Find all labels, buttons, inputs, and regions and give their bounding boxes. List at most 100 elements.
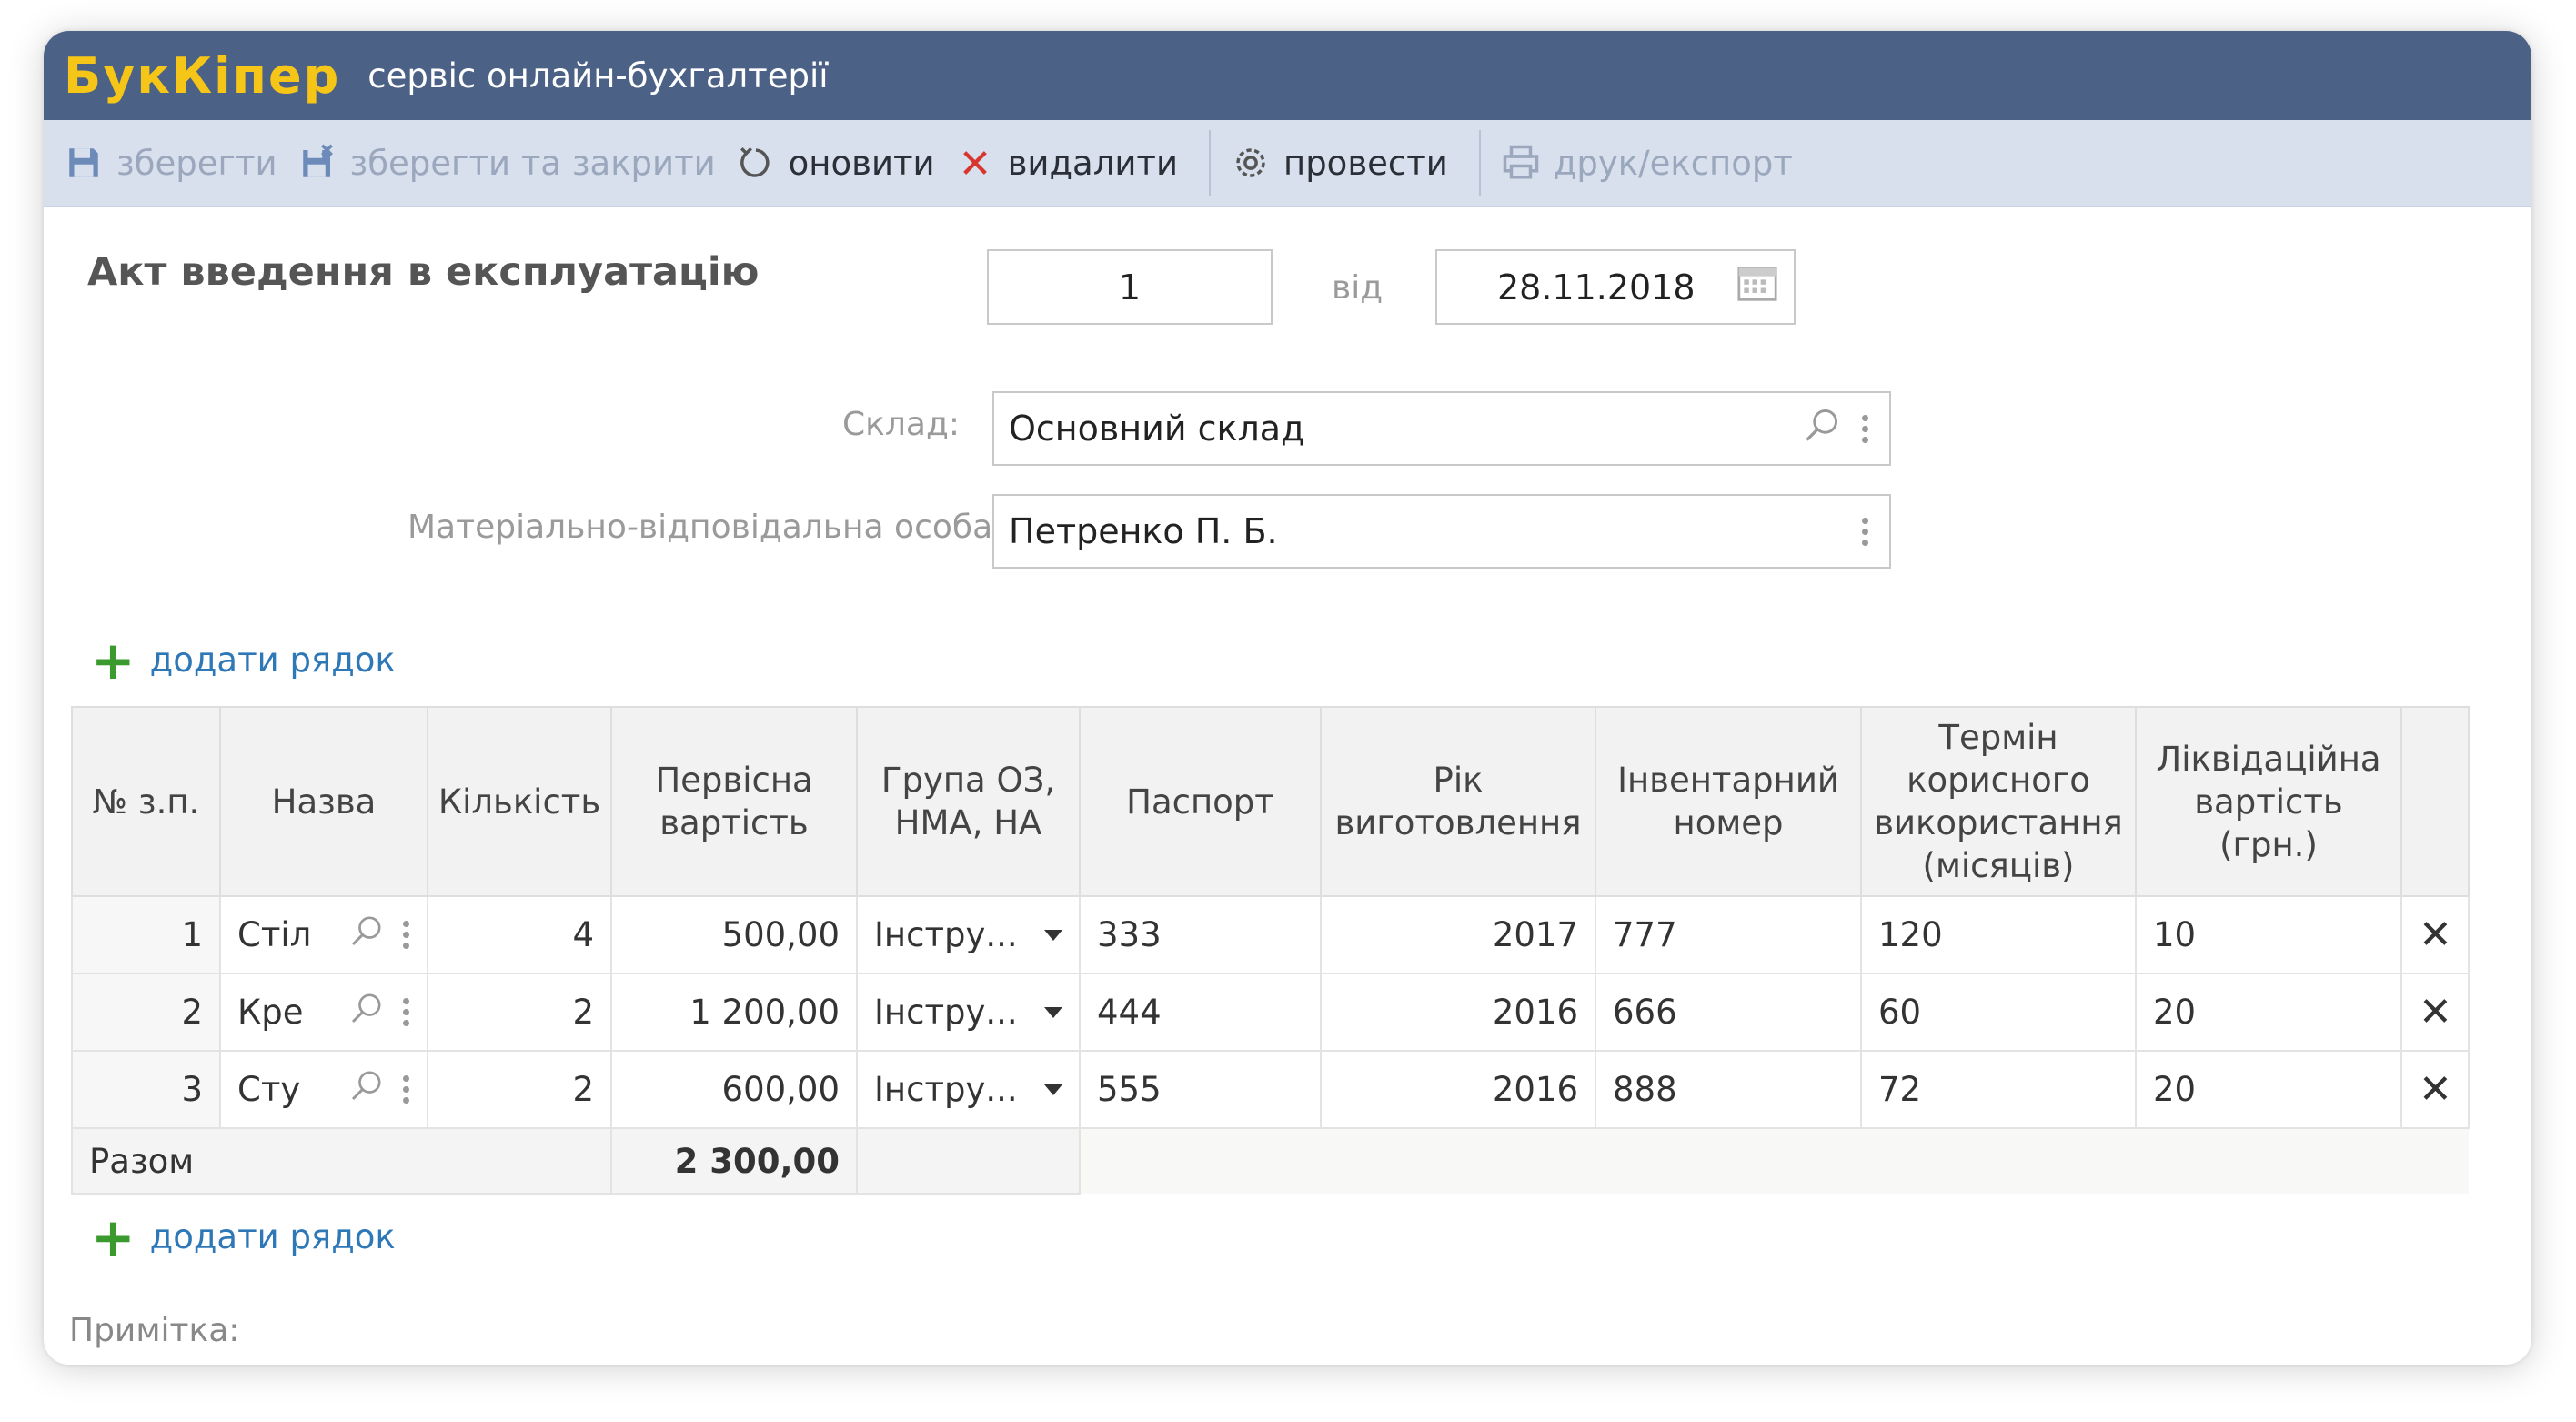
more-vertical-icon[interactable]: [403, 1071, 410, 1108]
year-cell[interactable]: 2016: [1320, 973, 1596, 1052]
post-button[interactable]: провести: [1231, 120, 1448, 206]
save-close-label: зберегти та закрити: [349, 143, 716, 183]
group-select[interactable]: Інстру...: [856, 895, 1081, 974]
quantity-cell[interactable]: 2: [427, 973, 612, 1052]
caret-down-icon: [1044, 1084, 1062, 1095]
document-number-value: 1: [1118, 267, 1142, 308]
app-subtitle: сервіс онлайн-бухгалтерії: [367, 55, 829, 96]
document-title: Акт введення в експлуатацію: [87, 249, 760, 295]
more-vertical-icon[interactable]: [1862, 513, 1869, 550]
warehouse-input[interactable]: Основний склад: [992, 391, 1891, 466]
table-row: 2 Кре 2 1 200,00 Інстру... 444 2016 666: [71, 973, 2470, 1052]
name-value: Стіл: [237, 915, 312, 954]
caret-down-icon: [1044, 929, 1062, 941]
name-value: Кре: [237, 993, 304, 1032]
delete-row-icon[interactable]: ✕: [2400, 895, 2470, 974]
year-cell[interactable]: 2016: [1320, 1050, 1596, 1129]
total-label: Разом: [71, 1127, 612, 1195]
calendar-icon[interactable]: [1737, 264, 1777, 310]
passport-cell[interactable]: 444: [1079, 973, 1322, 1052]
header-actions: [2400, 706, 2470, 897]
quantity-cell[interactable]: 4: [427, 895, 612, 974]
name-cell[interactable]: Стіл: [219, 895, 428, 974]
items-table: № з.п. Назва Кількість Первісна вартість…: [71, 706, 2470, 1195]
delete-row-icon[interactable]: ✕: [2400, 1050, 2470, 1129]
responsible-person-label: Матеріально-відповідальна особа:: [408, 509, 1004, 546]
header-initial-cost[interactable]: Первісна вартість: [610, 706, 858, 897]
name-cell[interactable]: Сту: [219, 1050, 428, 1129]
year-cell[interactable]: 2017: [1320, 895, 1596, 974]
add-row-label: додати рядок: [149, 640, 396, 680]
app-window: БукКіпер сервіс онлайн-бухгалтерії збере…: [44, 31, 2531, 1365]
header-liquidation-value[interactable]: Ліквідаційна вартість (грн.): [2135, 706, 2402, 897]
gear-icon: [1231, 143, 1271, 183]
search-icon[interactable]: [348, 913, 385, 957]
header-passport[interactable]: Паспорт: [1079, 706, 1322, 897]
liquidation-cell[interactable]: 20: [2135, 973, 2402, 1052]
print-export-label: друк/експорт: [1553, 143, 1793, 183]
delete-row-icon[interactable]: ✕: [2400, 973, 2470, 1052]
brand-logo[interactable]: БукКіпер: [64, 47, 340, 105]
inventory-cell[interactable]: 777: [1595, 895, 1862, 974]
caret-down-icon: [1044, 1006, 1062, 1018]
search-icon[interactable]: [1802, 405, 1842, 453]
header-group[interactable]: Група ОЗ, НМА, НА: [856, 706, 1081, 897]
header-number[interactable]: № з.п.: [71, 706, 221, 897]
passport-cell[interactable]: 555: [1079, 1050, 1322, 1129]
passport-cell[interactable]: 333: [1079, 895, 1322, 974]
table-row: 3 Сту 2 600,00 Інстру... 555 2016 888 72…: [71, 1050, 2470, 1129]
more-vertical-icon[interactable]: [403, 993, 410, 1031]
add-row-link-bottom[interactable]: + додати рядок: [91, 1211, 396, 1264]
floppy-close-icon: [297, 143, 337, 183]
add-row-link-top[interactable]: + додати рядок: [91, 634, 396, 687]
warehouse-value: Основний склад: [1009, 408, 1305, 449]
header-inventory-number[interactable]: Інвентарний номер: [1595, 706, 1862, 897]
name-value: Сту: [237, 1070, 301, 1109]
refresh-button[interactable]: оновити: [736, 120, 935, 206]
toolbar: зберегти зберегти та закрити оновити вид…: [44, 120, 2531, 207]
total-value: 2 300,00: [610, 1127, 858, 1195]
useful-life-cell[interactable]: 72: [1860, 1050, 2137, 1129]
delete-button[interactable]: видалити: [955, 120, 1178, 206]
total-blank-area: [1080, 1128, 2469, 1194]
document-date-input[interactable]: 28.11.2018: [1435, 249, 1796, 325]
header-year[interactable]: Рік виготовлення: [1320, 706, 1596, 897]
note-label: Примітка:: [69, 1312, 240, 1349]
title-bar: БукКіпер сервіс онлайн-бухгалтерії: [44, 31, 2531, 120]
more-vertical-icon[interactable]: [1862, 410, 1869, 448]
refresh-label: оновити: [788, 143, 935, 183]
liquidation-cell[interactable]: 10: [2135, 895, 2402, 974]
quantity-cell[interactable]: 2: [427, 1050, 612, 1129]
document-date-value: 28.11.2018: [1497, 267, 1696, 308]
save-button[interactable]: зберегти: [64, 120, 277, 206]
group-value: Інстру...: [874, 993, 1018, 1032]
cost-cell[interactable]: 600,00: [610, 1050, 858, 1129]
more-vertical-icon[interactable]: [403, 916, 410, 953]
header-useful-life[interactable]: Термін корисного використання (місяців): [1860, 706, 2137, 897]
group-select[interactable]: Інстру...: [856, 973, 1081, 1052]
save-close-button[interactable]: зберегти та закрити: [297, 120, 716, 206]
name-cell[interactable]: Кре: [219, 973, 428, 1052]
total-row: Разом 2 300,00: [71, 1127, 2469, 1195]
row-number: 3: [71, 1050, 221, 1129]
warehouse-label: Склад:: [842, 406, 960, 443]
cost-cell[interactable]: 500,00: [610, 895, 858, 974]
inventory-cell[interactable]: 888: [1595, 1050, 1862, 1129]
toolbar-separator: [1478, 130, 1481, 196]
add-row-label: додати рядок: [149, 1217, 396, 1256]
responsible-person-input[interactable]: Петренко П. Б.: [992, 494, 1891, 569]
printer-icon: [1501, 143, 1541, 183]
useful-life-cell[interactable]: 60: [1860, 973, 2137, 1052]
header-quantity[interactable]: Кількість: [427, 706, 612, 897]
table-row: 1 Стіл 4 500,00 Інстру... 333 2017 777 1…: [71, 895, 2470, 974]
inventory-cell[interactable]: 666: [1595, 973, 1862, 1052]
search-icon[interactable]: [348, 1067, 385, 1112]
print-export-button[interactable]: друк/експорт: [1501, 120, 1793, 206]
document-number-input[interactable]: 1: [987, 249, 1273, 325]
header-name[interactable]: Назва: [219, 706, 428, 897]
group-select[interactable]: Інстру...: [856, 1050, 1081, 1129]
useful-life-cell[interactable]: 120: [1860, 895, 2137, 974]
search-icon[interactable]: [348, 990, 385, 1034]
cost-cell[interactable]: 1 200,00: [610, 973, 858, 1052]
liquidation-cell[interactable]: 20: [2135, 1050, 2402, 1129]
